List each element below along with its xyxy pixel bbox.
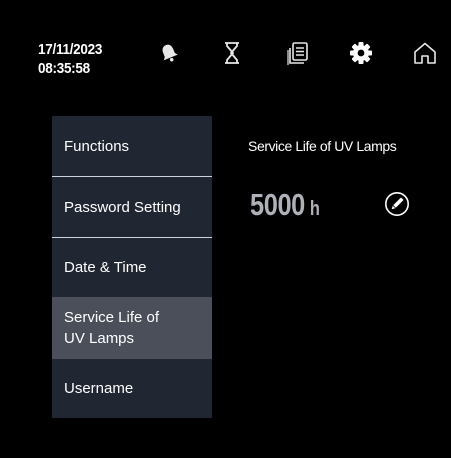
lamp-life-value: 5000 h: [250, 187, 320, 223]
datetime-display: 17/11/2023 08:35:58: [38, 40, 102, 78]
bell-icon[interactable]: [158, 42, 180, 64]
menu-item-password-setting[interactable]: Password Setting: [52, 177, 212, 237]
hourglass-icon[interactable]: [222, 41, 242, 65]
menu-item-functions[interactable]: Functions: [52, 116, 212, 176]
menu-item-username[interactable]: Username: [52, 359, 212, 418]
home-icon[interactable]: [412, 41, 438, 65]
menu-item-label: Service Life of UV Lamps: [64, 309, 160, 347]
gear-icon[interactable]: [349, 41, 373, 65]
settings-menu: Functions Password Setting Date & Time S…: [52, 116, 212, 418]
menu-item-label: Date & Time: [64, 259, 147, 276]
pencil-icon[interactable]: [384, 191, 410, 217]
lamp-life-unit: h: [309, 198, 320, 220]
time-text: 08:35:58: [38, 60, 90, 77]
settings-screen: 17/11/2023 08:35:58 Functions Password S…: [0, 0, 451, 458]
menu-item-label: Password Setting: [64, 198, 181, 216]
documents-icon[interactable]: [285, 40, 311, 66]
menu-item-service-life-uv-lamps[interactable]: Service Life of UV Lamps: [52, 297, 212, 359]
lamp-life-number: 5000: [250, 187, 305, 222]
menu-item-date-time[interactable]: Date & Time: [52, 238, 212, 297]
date-text: 17/11/2023: [38, 41, 103, 58]
menu-item-label: Functions: [64, 137, 130, 155]
section-title: Service Life of UV Lamps: [248, 138, 397, 154]
menu-item-label: Username: [64, 380, 134, 397]
